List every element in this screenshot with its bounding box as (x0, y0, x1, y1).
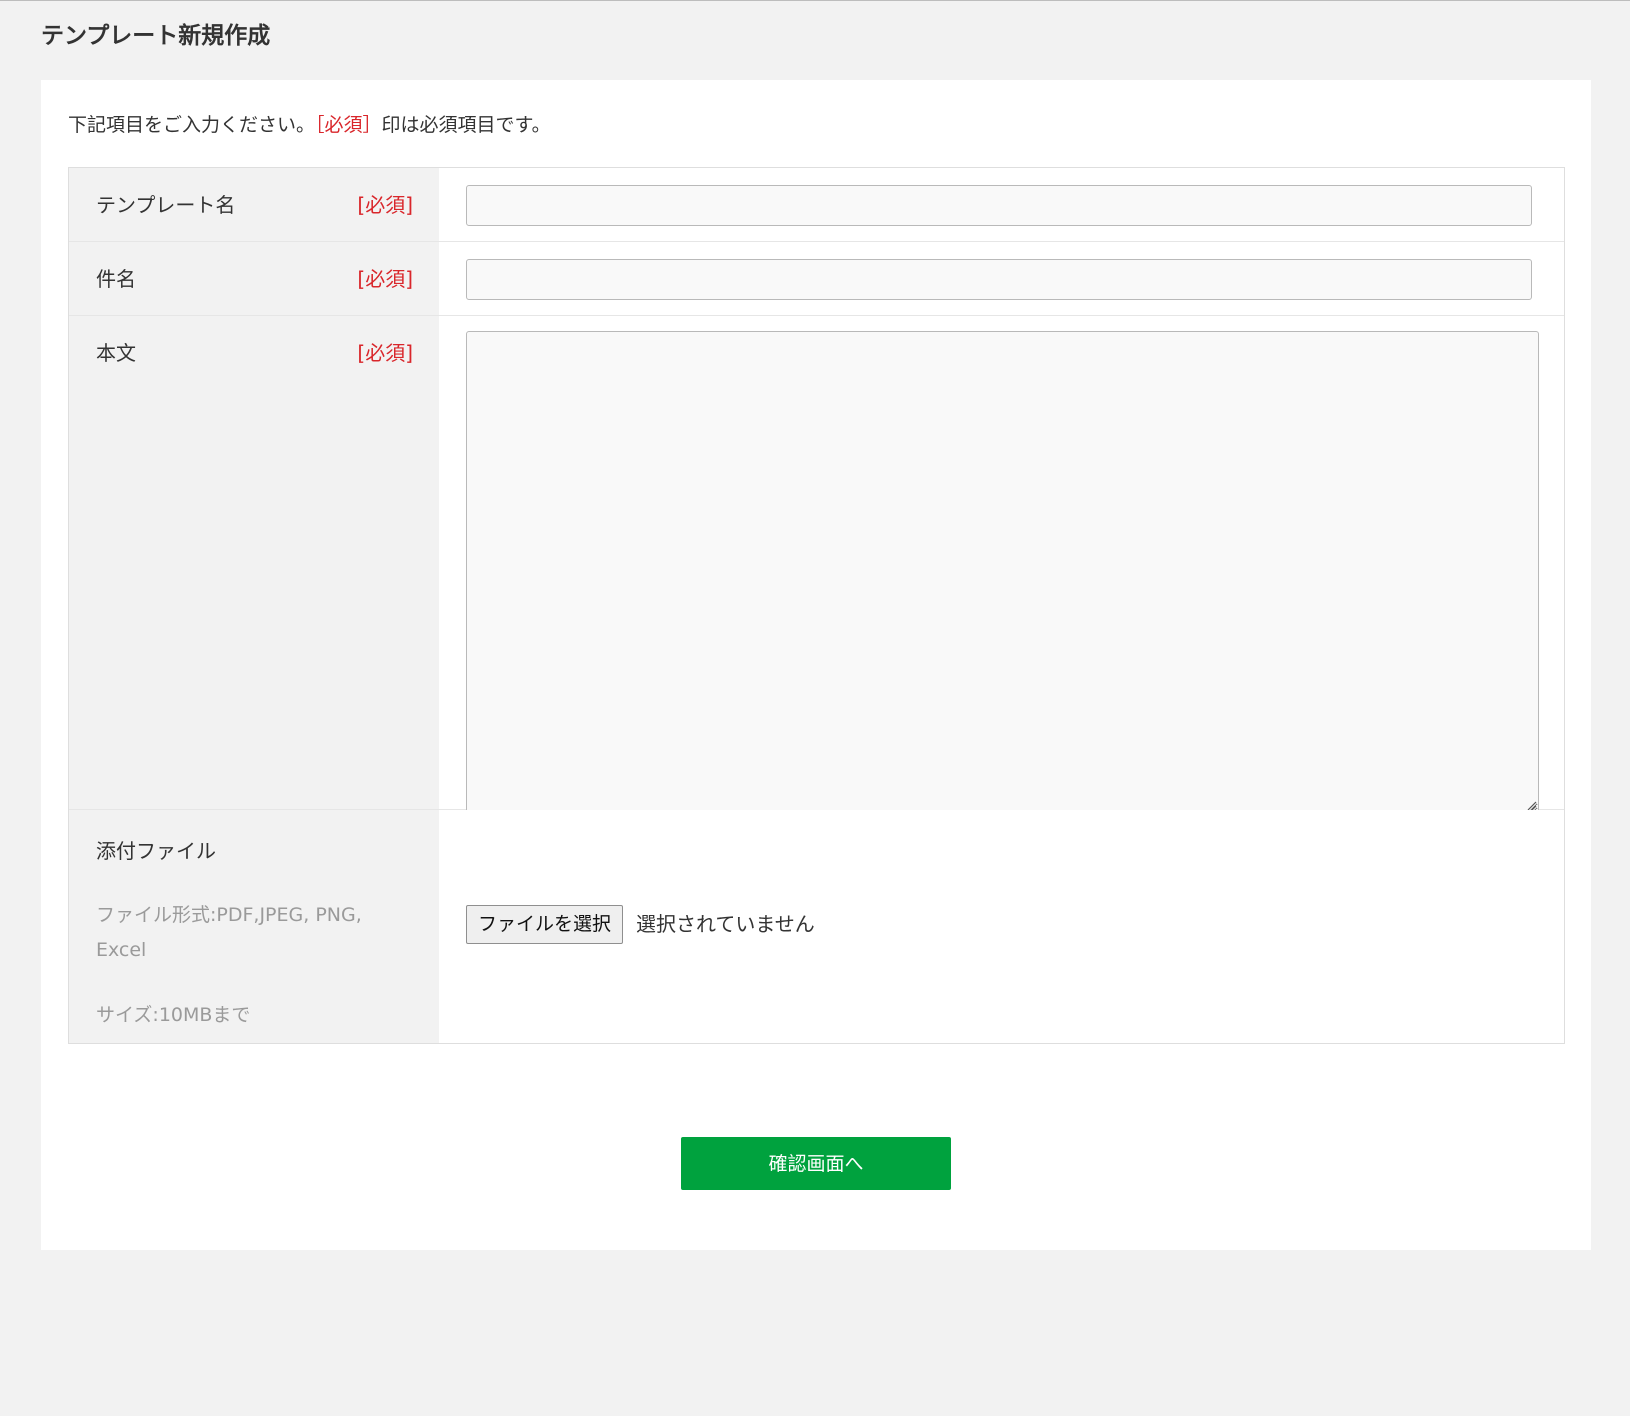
value-cell-subject (439, 242, 1564, 315)
required-badge: [必須] (357, 193, 413, 217)
row-template-name: テンプレート名 [必須] (69, 168, 1564, 242)
body-textarea[interactable] (466, 331, 1539, 813)
label-cell-subject: 件名 [必須] (69, 242, 439, 315)
file-size-hint: サイズ:10MBまで (96, 1004, 251, 1026)
file-format-hint: ファイル形式:PDF,JPEG, PNG, Excel (96, 904, 362, 961)
row-body: 本文 [必須] (69, 316, 1564, 813)
template-name-input[interactable] (466, 185, 1532, 226)
value-cell-body (439, 316, 1564, 813)
instructions-text: 下記項目をご入力ください。 (68, 114, 316, 136)
form-instructions: 下記項目をご入力ください。［必須］印は必須項目です。 (68, 110, 551, 140)
confirm-button[interactable]: 確認画面へ (681, 1137, 951, 1190)
row-attachment: 添付ファイル ファイル形式:PDF,JPEG, PNG, Excel サイズ:1… (69, 810, 1564, 1043)
instructions-text-after: 印は必須項目です。 (381, 114, 551, 136)
required-badge: [必須] (357, 267, 413, 291)
form-panel: 下記項目をご入力ください。［必須］印は必須項目です。 テンプレート名 [必須] … (41, 80, 1591, 1250)
label-cell-body: 本文 [必須] (69, 316, 439, 809)
label-cell-template-name: テンプレート名 [必須] (69, 168, 439, 241)
required-mark-legend: ［必須］ (315, 114, 382, 136)
label-cell-attachment: 添付ファイル ファイル形式:PDF,JPEG, PNG, Excel サイズ:1… (69, 810, 439, 1043)
subject-label: 件名 (96, 267, 136, 291)
template-name-label: テンプレート名 (96, 193, 236, 217)
choose-file-button[interactable]: ファイルを選択 (466, 905, 624, 944)
form-table: テンプレート名 [必須] 件名 [必須] 本文 [必須] 添付ファイル ファイル… (68, 167, 1565, 1044)
attachment-label: 添付ファイル (96, 839, 216, 863)
subject-input[interactable] (466, 259, 1532, 300)
required-badge: [必須] (357, 341, 413, 365)
row-subject: 件名 [必須] (69, 242, 1564, 316)
value-cell-template-name (439, 168, 1564, 241)
value-cell-attachment: ファイルを選択 選択されていません (439, 810, 1564, 1043)
page-title: テンプレート新規作成 (41, 23, 271, 49)
file-status-text: 選択されていません (636, 912, 815, 936)
body-label: 本文 (96, 341, 136, 365)
top-divider (0, 0, 1630, 1)
